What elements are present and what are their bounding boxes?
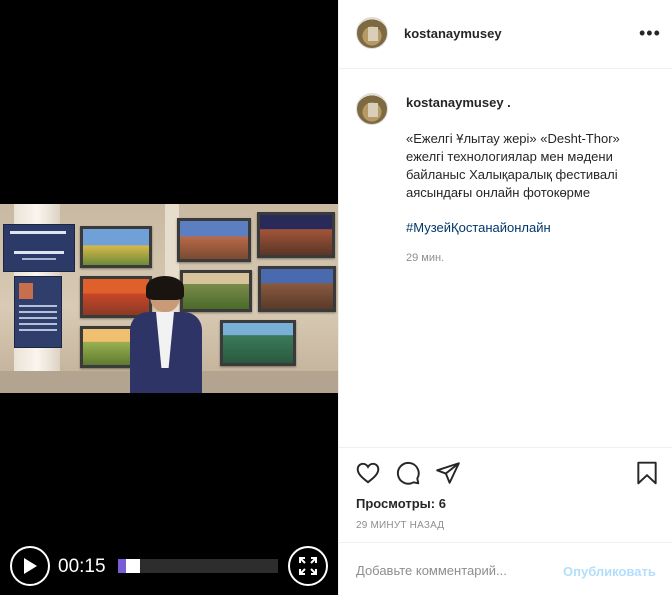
header-username[interactable]: kostanaymusey — [404, 26, 502, 41]
video-progress-handle[interactable] — [118, 559, 126, 573]
heart-icon — [356, 462, 380, 484]
exhibit-photo — [80, 226, 152, 268]
caption-line: ежелгі технологиялар мен мәдени — [406, 149, 613, 164]
comment-input[interactable] — [356, 563, 556, 578]
exhibit-photo — [220, 320, 296, 366]
more-options-button[interactable]: ••• — [639, 24, 661, 42]
caption-line: «Ежелгі Ұлытау жері» «Desht-Thor» — [406, 131, 620, 146]
bookmark-icon — [637, 461, 657, 485]
caption-avatar[interactable] — [356, 93, 388, 125]
avatar[interactable] — [356, 17, 388, 49]
exhibit-photo — [258, 266, 336, 312]
exhibition-banner — [3, 224, 75, 272]
presenter — [128, 276, 204, 393]
view-count[interactable]: Просмотры: 6 — [356, 496, 446, 511]
share-button[interactable] — [435, 460, 461, 486]
publish-button[interactable]: Опубликовать — [563, 564, 656, 579]
more-icon: ••• — [639, 23, 661, 43]
fullscreen-icon — [299, 557, 317, 575]
play-button[interactable] — [10, 546, 50, 586]
post-side-panel: kostanaymusey ••• kostanaymusey . «Ежелг… — [338, 0, 672, 595]
posted-time[interactable]: 29 МИНУТ НАЗАД — [356, 520, 444, 531]
comment-icon — [396, 461, 420, 485]
comment-button[interactable] — [395, 460, 421, 486]
caption-line: аясындағы онлайн фотокөрме — [406, 185, 591, 200]
exhibit-photo — [257, 212, 335, 258]
comment-bar: Опубликовать — [339, 542, 672, 595]
video-player[interactable]: 00:15 — [0, 0, 338, 595]
video-progress-bar[interactable] — [118, 559, 278, 573]
video-time: 00:15 — [58, 556, 106, 577]
info-board — [14, 276, 62, 348]
hashtag-link[interactable]: #МузейҚостанайонлайн — [406, 220, 551, 235]
like-button[interactable] — [355, 460, 381, 486]
post-actions: Просмотры: 6 29 МИНУТ НАЗАД — [339, 447, 672, 537]
post-caption: «Ежелгі Ұлытау жері» «Desht-Thor» ежелгі… — [406, 130, 646, 202]
exhibit-photo — [177, 218, 251, 262]
post-header: kostanaymusey ••• — [339, 0, 672, 69]
caption-username[interactable]: kostanaymusey . — [406, 95, 511, 110]
fullscreen-button[interactable] — [288, 546, 328, 586]
video-frame[interactable] — [0, 204, 338, 393]
caption-line: байланыс Халықаралық фестивалі — [406, 167, 618, 182]
send-icon — [436, 462, 460, 484]
caption-timestamp[interactable]: 29 мин. — [406, 252, 444, 264]
play-icon — [24, 558, 37, 574]
save-button[interactable] — [634, 460, 660, 486]
